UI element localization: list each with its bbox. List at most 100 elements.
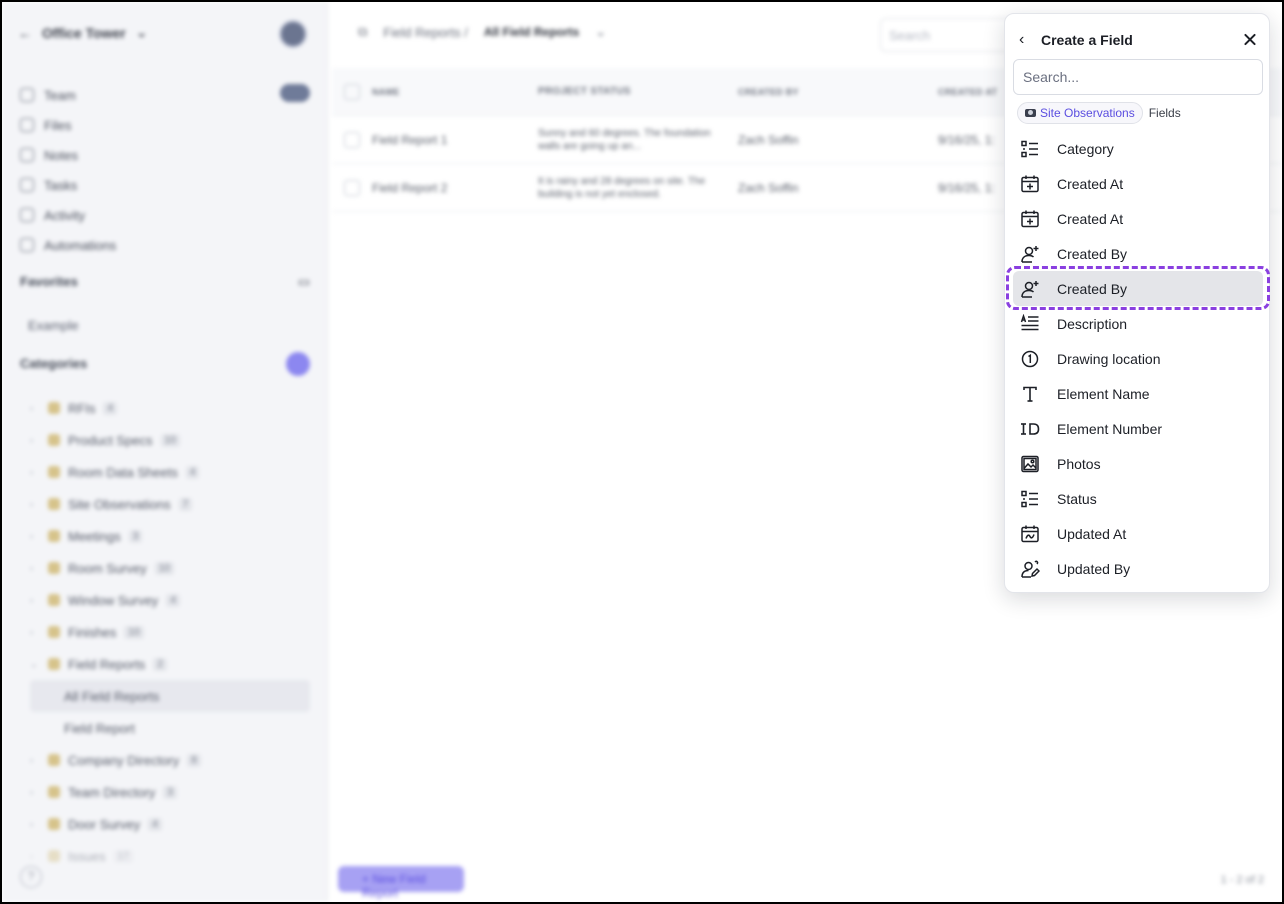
category-icon — [48, 562, 60, 574]
sidebar: ← Office Tower ⌄ Team Files Notes Tasks … — [2, 2, 328, 902]
add-category-button[interactable] — [286, 352, 310, 376]
back-arrow-icon[interactable]: ← — [18, 25, 32, 41]
category-item[interactable]: › RFIs 4 — [30, 392, 310, 424]
calendar-plus-icon — [1019, 208, 1041, 230]
chevron-down-icon[interactable]: ⌄ — [595, 24, 606, 40]
category-chip[interactable]: Site Observations — [1017, 102, 1143, 124]
chevron-right-icon[interactable]: › — [30, 531, 40, 541]
view-item-field-report[interactable]: Field Report — [30, 712, 310, 744]
field-option-element-number[interactable]: Element Number — [1013, 411, 1263, 446]
category-icon — [48, 626, 60, 638]
field-option-updated-by[interactable]: Updated By — [1013, 551, 1263, 586]
view-item-all-field-reports[interactable]: All Field Reports — [30, 680, 310, 712]
field-option-element-name[interactable]: Element Name — [1013, 376, 1263, 411]
chevron-right-icon[interactable]: › — [30, 499, 40, 509]
avatar[interactable] — [279, 20, 307, 48]
favorites-item[interactable]: Example — [28, 318, 79, 333]
field-option-label: Photos — [1057, 455, 1101, 472]
category-icon — [48, 818, 60, 830]
chevron-right-icon[interactable]: › — [30, 755, 40, 765]
user-plus-icon — [1019, 243, 1041, 265]
chevron-right-icon[interactable]: › — [30, 467, 40, 477]
field-option-status[interactable]: Status — [1013, 481, 1263, 516]
field-option-label: Created By — [1057, 280, 1128, 297]
category-tree: › RFIs 4 › Product Specs 10 › Room Data Sheet… — [30, 392, 310, 872]
image-icon — [1019, 453, 1041, 475]
category-item-field-reports[interactable]: ⌄ Field Reports 2 — [30, 648, 310, 680]
numbered-pin-icon — [1019, 348, 1041, 370]
category-item[interactable]: › Door Survey 4 — [30, 808, 310, 840]
sidebar-item-activity[interactable]: Activity — [20, 200, 310, 230]
category-item[interactable]: › Finishes 10 — [30, 616, 310, 648]
row-checkbox[interactable] — [344, 131, 360, 148]
table-cell: Field Report 1 — [372, 132, 448, 147]
close-icon[interactable] — [1241, 31, 1259, 49]
field-option-created-by-highlighted[interactable]: Created By — [1006, 266, 1270, 310]
category-item[interactable]: › Team Directory 3 — [30, 776, 310, 808]
breadcrumb: ⧉ Field Reports / All Field Reports ⌄ — [358, 24, 606, 40]
popover-breadcrumb: Site Observations Fields — [1017, 102, 1181, 124]
sidebar-toggle-icon[interactable]: ⧉ — [358, 24, 367, 40]
sidebar-nav: Team Files Notes Tasks Activity Automati… — [20, 80, 310, 260]
breadcrumb-current[interactable]: All Field Reports — [484, 25, 579, 39]
help-button[interactable]: ? — [20, 866, 42, 888]
column-header[interactable]: CREATED BY — [738, 87, 938, 97]
field-option-created-at[interactable]: Created At — [1013, 201, 1263, 236]
workspace-switcher[interactable]: ← Office Tower ⌄ — [18, 24, 148, 41]
category-icon — [48, 402, 60, 414]
chevron-right-icon[interactable]: › — [30, 563, 40, 573]
table-cell: Sunny and 60 degrees. The foundation wal… — [538, 127, 711, 152]
list-icon — [1019, 488, 1041, 510]
column-header[interactable]: NAME — [372, 87, 538, 97]
field-search-input[interactable] — [1013, 59, 1263, 95]
field-option-label: Category — [1057, 140, 1114, 157]
pagination-text: 1 - 2 of 2 — [1220, 874, 1264, 886]
categories-header: Categories — [20, 352, 310, 376]
field-option-label: Created At — [1057, 210, 1124, 227]
field-option-updated-at[interactable]: Updated At — [1013, 516, 1263, 551]
field-type-list: Category Created At Created At Created B… — [1006, 131, 1270, 586]
field-option-photos[interactable]: Photos — [1013, 446, 1263, 481]
category-item[interactable]: › Issues 17 — [30, 840, 310, 872]
field-option-label: Drawing location — [1057, 350, 1161, 367]
sidebar-item-team[interactable]: Team — [20, 80, 310, 110]
select-all-checkbox[interactable] — [344, 83, 360, 100]
chevron-right-icon[interactable]: › — [30, 627, 40, 637]
field-option-category[interactable]: Category — [1013, 131, 1263, 166]
field-option-label: Status — [1057, 490, 1097, 507]
category-item[interactable]: › Room Survey 10 — [30, 552, 310, 584]
category-item[interactable]: › Meetings 3 — [30, 520, 310, 552]
chevron-right-icon[interactable]: › — [30, 435, 40, 445]
sidebar-item-automations[interactable]: Automations — [20, 230, 310, 260]
folder-icon[interactable]: ▭ — [298, 274, 310, 290]
breadcrumb-parent[interactable]: Field Reports / — [383, 25, 468, 40]
text-lines-icon — [1019, 313, 1041, 335]
chevron-down-icon[interactable]: ⌄ — [30, 659, 40, 670]
chevron-right-icon[interactable]: › — [30, 819, 40, 829]
sidebar-item-files[interactable]: Files — [20, 110, 310, 140]
field-option-description[interactable]: Description — [1013, 306, 1263, 341]
sidebar-item-tasks[interactable]: Tasks — [20, 170, 310, 200]
category-item[interactable]: › Site Observations 7 — [30, 488, 310, 520]
chevron-right-icon[interactable]: › — [30, 403, 40, 413]
chevron-right-icon[interactable]: › — [30, 595, 40, 605]
popover-header: ‹ Create a Field — [1019, 29, 1259, 51]
new-record-button[interactable]: + New Field Report — [338, 866, 464, 900]
chevron-right-icon[interactable]: › — [30, 851, 40, 861]
category-item[interactable]: › Company Directory 8 — [30, 744, 310, 776]
sidebar-item-notes[interactable]: Notes — [20, 140, 310, 170]
category-item[interactable]: › Window Survey 4 — [30, 584, 310, 616]
back-chevron-icon[interactable]: ‹ — [1019, 31, 1037, 49]
table-search-input[interactable]: Search — [880, 18, 1020, 52]
category-item[interactable]: › Room Data Sheets 4 — [30, 456, 310, 488]
calendar-plus-icon — [1019, 173, 1041, 195]
category-chip-label: Site Observations — [1040, 106, 1135, 120]
row-checkbox[interactable] — [344, 179, 360, 196]
column-header[interactable]: PROJECT STATUS — [538, 85, 738, 98]
field-option-drawing-location[interactable]: Drawing location — [1013, 341, 1263, 376]
field-option-created-at[interactable]: Created At — [1013, 166, 1263, 201]
table-cell: Zach Soffin — [738, 132, 799, 147]
activity-icon — [20, 208, 34, 222]
chevron-right-icon[interactable]: › — [30, 787, 40, 797]
category-item[interactable]: › Product Specs 10 — [30, 424, 310, 456]
